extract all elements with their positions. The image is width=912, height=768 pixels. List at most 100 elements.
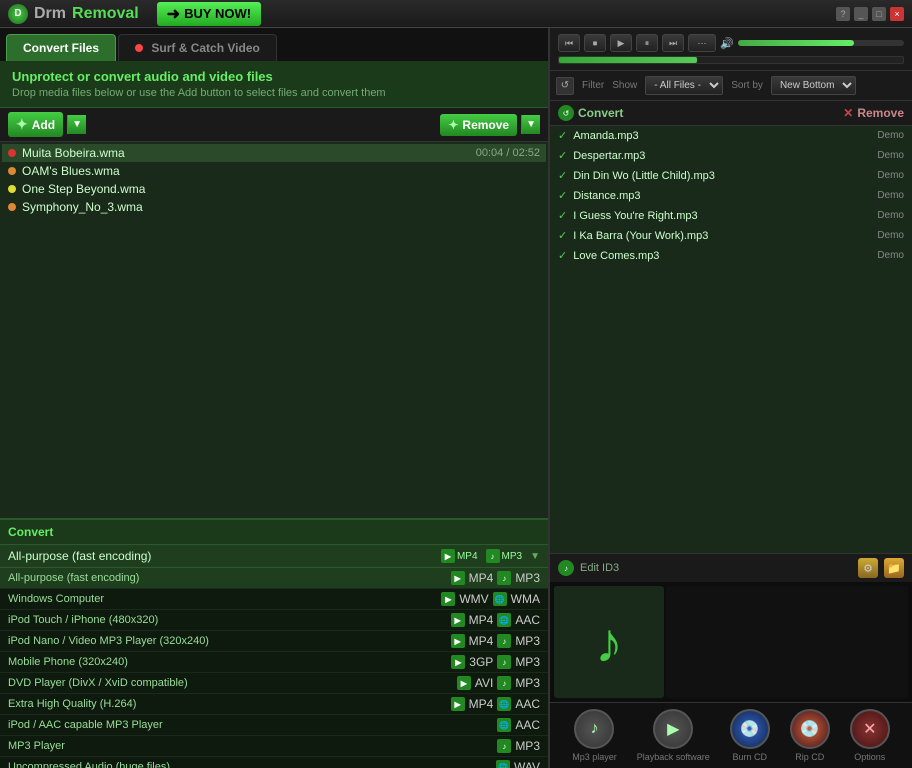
format-icon-avi: ▶ [457, 676, 471, 690]
convert-item-1[interactable]: Windows Computer ▶ WMV 🌐 WMA [0, 589, 548, 610]
action-bar: ↺ Convert ✕ Remove [550, 101, 912, 126]
filter-row: ↺ Filter Show - All Files - Sort by New … [550, 71, 912, 101]
convert-item-name-4: Mobile Phone (320x240) [8, 656, 443, 668]
header-subtitle: Drop media files below or use the Add bu… [12, 87, 536, 99]
convert-item-5[interactable]: DVD Player (DivX / XviD compatible) ▶ AV… [0, 673, 548, 694]
right-file-item-2[interactable]: ✓ Din Din Wo (Little Child).mp3 Demo [550, 166, 912, 186]
file-item-3[interactable]: Symphony_No_3.wma [2, 198, 546, 216]
f1-6: MP4 [469, 697, 494, 711]
burn-cd-button[interactable]: 💿 Burn CD [730, 709, 770, 762]
file-toolbar: ✦ Add ▼ ✦ Remove ▼ [0, 108, 548, 142]
mp3-player-button[interactable]: ♪ Mp3 player [572, 709, 617, 762]
file-item-0[interactable]: Muita Bobeira.wma 00:04 / 02:52 [2, 144, 546, 162]
right-file-item-4[interactable]: ✓ I Guess You're Right.mp3 Demo [550, 206, 912, 226]
right-file-item-6[interactable]: ✓ Love Comes.mp3 Demo [550, 246, 912, 266]
format-icon-mp4-6: ▶ [451, 697, 465, 711]
f2-4: MP3 [515, 655, 540, 669]
f2-1: WMA [511, 592, 540, 606]
convert-selected[interactable]: All-purpose (fast encoding) ▶ MP4 ♪ MP3 … [0, 545, 548, 568]
file-dot-orange-icon [8, 167, 16, 175]
f1-0: MP4 [469, 571, 494, 585]
convert-item-2[interactable]: iPod Touch / iPhone (480x320) ▶ MP4 🌐 AA… [0, 610, 548, 631]
format-icon-mp3-3: ♪ [497, 634, 511, 648]
convert-item-8[interactable]: MP3 Player ♪ MP3 [0, 736, 548, 757]
tab-surf-catch[interactable]: Surf & Catch Video [118, 34, 277, 61]
options-button[interactable]: ✕ Options [850, 709, 890, 762]
add-button[interactable]: ✦ Add [8, 112, 63, 137]
f1-4: 3GP [469, 655, 493, 669]
right-file-item-5[interactable]: ✓ I Ka Barra (Your Work).mp3 Demo [550, 226, 912, 246]
main-container: Convert Files Surf & Catch Video Unprote… [0, 28, 912, 768]
format-icon-mp3-8: ♪ [497, 739, 511, 753]
f1-7: AAC [515, 718, 540, 732]
file-item-2[interactable]: One Step Beyond.wma [2, 180, 546, 198]
help-button[interactable]: ? [836, 7, 850, 21]
format-icon-mp3-4: ♪ [497, 655, 511, 669]
format-icon-aac-7: 🌐 [497, 718, 511, 732]
convert-item-9[interactable]: Uncompressed Audio (huge files) 🌐 WAV [0, 757, 548, 768]
player-stop-button[interactable]: ⏹ [584, 34, 606, 52]
tab-surf-catch-label: Surf & Catch Video [151, 41, 259, 55]
format-mp3-badge: ♪ MP3 [486, 549, 523, 563]
options-icon: ✕ [850, 709, 890, 749]
demo-badge-5: Demo [877, 230, 904, 241]
player-play-button[interactable]: ▶ [610, 34, 632, 52]
convert-item-name-8: MP3 Player [8, 740, 489, 752]
demo-badge-4: Demo [877, 210, 904, 221]
remove-button[interactable]: ✦ Remove [440, 114, 517, 136]
file-item-1[interactable]: OAM's Blues.wma [2, 162, 546, 180]
filter-select[interactable]: - All Files - [645, 76, 723, 95]
player-more-button[interactable]: ⋯ [688, 34, 716, 52]
convert-formats-7: 🌐 AAC [497, 718, 540, 732]
right-file-item-3[interactable]: ✓ Distance.mp3 Demo [550, 186, 912, 206]
header-section: Unprotect or convert audio and video fil… [0, 61, 548, 108]
right-panel: ⏮ ⏹ ▶ ⏸ ⏭ ⋯ 🔊 ↺ Filter Show - All Files … [550, 28, 912, 768]
volume-bar[interactable] [738, 40, 904, 46]
id3-folder-button[interactable]: 📁 [884, 558, 904, 578]
playback-software-button[interactable]: ▶ Playback software [637, 709, 710, 762]
file-dot-orange2-icon [8, 203, 16, 211]
right-file-item-0[interactable]: ✓ Amanda.mp3 Demo [550, 126, 912, 146]
add-dropdown-button[interactable]: ▼ [67, 115, 86, 134]
title-left: D Drm Removal ➜ BUY NOW! [8, 2, 261, 26]
tab-dot-icon [135, 44, 143, 52]
convert-dropdown-icon[interactable]: ▼ [530, 551, 540, 562]
convert-item-name-1: Windows Computer [8, 593, 433, 605]
player-rewind-button[interactable]: ⏮ [558, 34, 580, 52]
convert-icon: ↺ [558, 105, 574, 121]
header-title: Unprotect or convert audio and video fil… [12, 69, 536, 84]
player-forward-button[interactable]: ⏭ [662, 34, 684, 52]
burn-cd-label: Burn CD [733, 752, 768, 762]
close-button[interactable]: × [890, 7, 904, 21]
progress-bar[interactable] [558, 56, 904, 64]
buy-now-button[interactable]: ➜ BUY NOW! [157, 2, 261, 26]
convert-item-0[interactable]: All-purpose (fast encoding) ▶ MP4 ♪ MP3 [0, 568, 548, 589]
file-time-0: 00:04 / 02:52 [476, 147, 540, 159]
convert-item-6[interactable]: Extra High Quality (H.264) ▶ MP4 🌐 AAC [0, 694, 548, 715]
rip-cd-button[interactable]: 💿 Rip CD [790, 709, 830, 762]
edit-id3-bar: ♪ Edit ID3 ⚙ 📁 [550, 553, 912, 582]
mp4-icon: ▶ [441, 549, 455, 563]
player-pause-button[interactable]: ⏸ [636, 34, 658, 52]
right-file-item-1[interactable]: ✓ Despertar.mp3 Demo [550, 146, 912, 166]
rip-cd-label: Rip CD [795, 752, 824, 762]
convert-item-4[interactable]: Mobile Phone (320x240) ▶ 3GP ♪ MP3 [0, 652, 548, 673]
id3-gear-button[interactable]: ⚙ [858, 558, 878, 578]
file-dot-yellow-icon [8, 185, 16, 193]
remove-dropdown-button[interactable]: ▼ [521, 115, 540, 134]
minimize-button[interactable]: _ [854, 7, 868, 21]
convert-item-7[interactable]: iPod / AAC capable MP3 Player 🌐 AAC [0, 715, 548, 736]
check-icon-5: ✓ [558, 229, 567, 242]
format-icon-wma: 🌐 [493, 592, 507, 606]
convert-item-3[interactable]: iPod Nano / Video MP3 Player (320x240) ▶… [0, 631, 548, 652]
format-icon-3gp: ▶ [451, 655, 465, 669]
maximize-button[interactable]: □ [872, 7, 886, 21]
music-area: ♪ [550, 582, 912, 702]
refresh-button[interactable]: ↺ [556, 77, 574, 95]
sort-select[interactable]: New Bottom [771, 76, 856, 95]
burn-cd-icon: 💿 [730, 709, 770, 749]
volume-icon: 🔊 [720, 37, 734, 50]
tab-convert-files[interactable]: Convert Files [6, 34, 116, 61]
remove-x-icon: ✕ [843, 106, 853, 120]
options-label: Options [854, 752, 885, 762]
